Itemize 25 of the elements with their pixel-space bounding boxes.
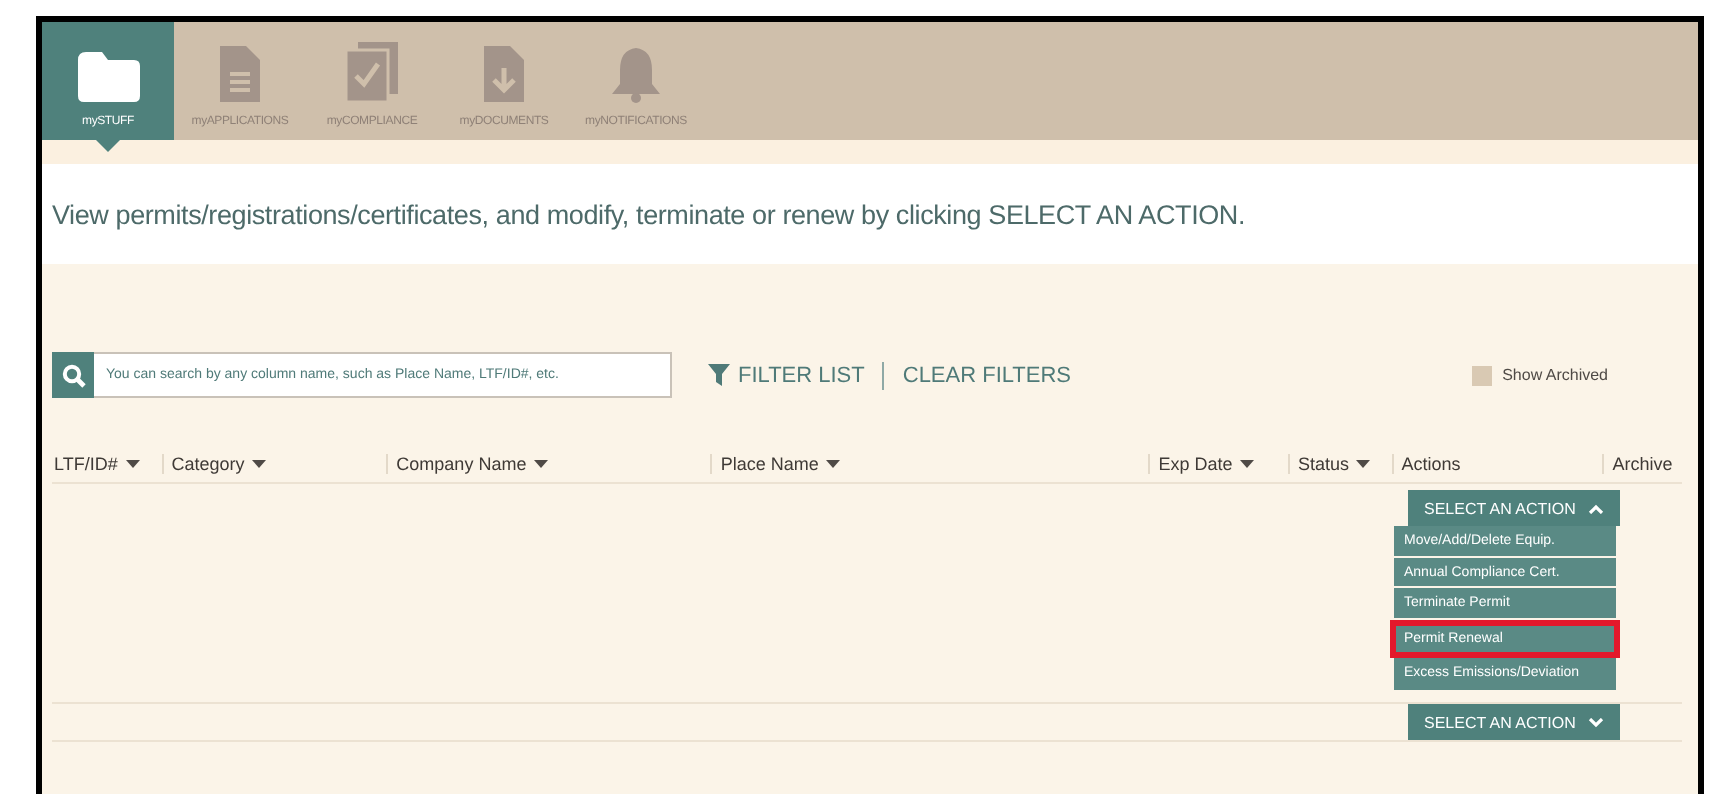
chevron-icon [1587, 717, 1604, 727]
column-header[interactable]: Company Name [396, 453, 527, 473]
column-header[interactable]: Place Name [720, 453, 819, 473]
search-icon [61, 363, 85, 387]
clear-filters-button[interactable]: CLEAR FILTERS [902, 363, 1072, 387]
filter-list-button[interactable]: FILTER LIST [708, 363, 865, 387]
search-button[interactable] [52, 352, 94, 398]
column-header[interactable]: LTF/ID# [54, 453, 118, 473]
checkbox-label: Show Archived [1502, 366, 1608, 384]
funnel-icon [708, 364, 730, 386]
intro-text: View permits/registrations/certificates, and modify, terminate or renew by clicking SELECT AN ACTION. [52, 199, 1246, 229]
column-header: Actions [1401, 453, 1461, 473]
select-action-button[interactable]: SELECT AN ACTION [1408, 490, 1620, 526]
select-action-button[interactable]: SELECT AN ACTION [1408, 704, 1620, 740]
checkbox[interactable] [1472, 365, 1493, 385]
column-header: Archive [1612, 453, 1673, 473]
chevron-icon [1587, 503, 1604, 513]
download-icon [482, 44, 526, 104]
column-header[interactable]: Status [1297, 453, 1349, 473]
column-header[interactable]: Exp Date [1158, 453, 1233, 473]
column-header[interactable]: Category [171, 453, 245, 473]
bell-icon [608, 44, 664, 104]
document-icon [218, 44, 262, 104]
checklist-icon [344, 40, 400, 104]
folder-icon [74, 48, 142, 104]
